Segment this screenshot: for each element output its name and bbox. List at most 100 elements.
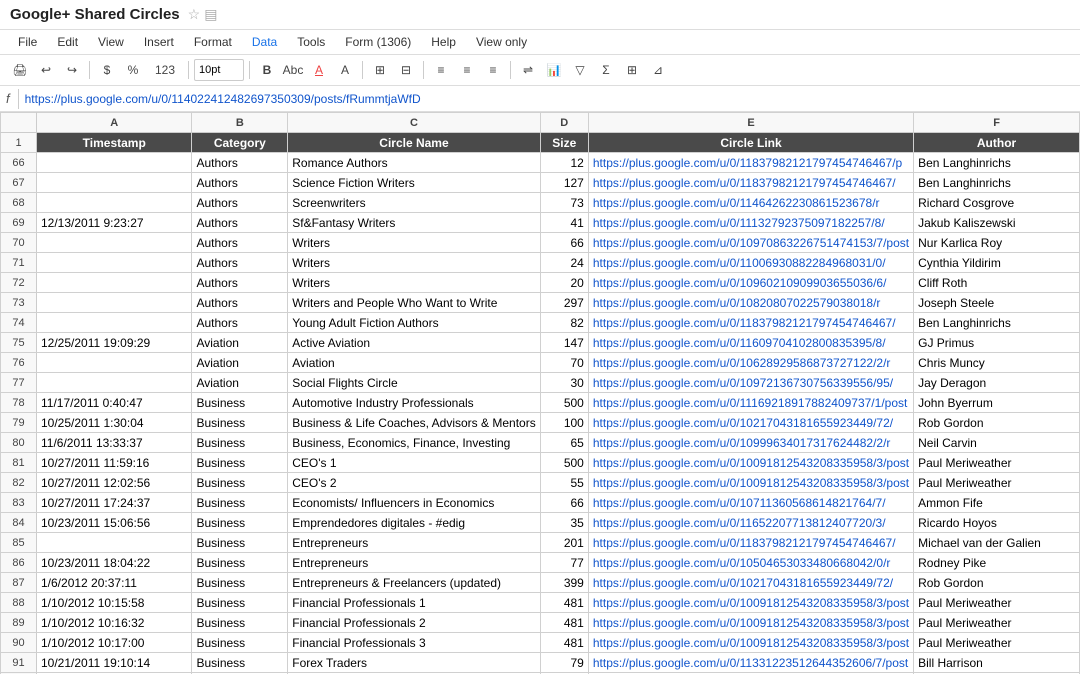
cell-circlename[interactable]: Entrepreneurs [288, 553, 540, 573]
cell-category[interactable]: Business [192, 593, 288, 613]
cell-size[interactable]: 82 [540, 313, 588, 333]
cell-circlename[interactable]: Business, Economics, Finance, Investing [288, 433, 540, 453]
cell-timestamp[interactable]: 10/23/2011 18:04:22 [37, 553, 192, 573]
cell-author[interactable]: GJ Primus [914, 333, 1080, 353]
header-timestamp[interactable]: Timestamp [37, 133, 192, 153]
cell-timestamp[interactable]: 1/10/2012 10:16:32 [37, 613, 192, 633]
cell-timestamp[interactable]: 10/27/2011 11:59:16 [37, 453, 192, 473]
cell-circlelink[interactable]: https://plus.google.com/u/0/118379821217… [588, 153, 913, 173]
cell-author[interactable]: Paul Meriweather [914, 453, 1080, 473]
cell-category[interactable]: Business [192, 393, 288, 413]
currency-btn[interactable]: $ [95, 58, 119, 82]
cell-timestamp[interactable]: 10/21/2011 19:10:14 [37, 653, 192, 673]
cell-author[interactable]: Rob Gordon [914, 413, 1080, 433]
cell-timestamp[interactable]: 10/27/2011 17:24:37 [37, 493, 192, 513]
menu-view[interactable]: View [90, 32, 132, 52]
menu-file[interactable]: File [10, 32, 45, 52]
menu-insert[interactable]: Insert [136, 32, 182, 52]
cell-category[interactable]: Business [192, 413, 288, 433]
cell-timestamp[interactable]: 10/25/2011 1:30:04 [37, 413, 192, 433]
redo-btn[interactable]: ↪ [60, 58, 84, 82]
cell-circlelink[interactable]: https://plus.google.com/u/0/111692189178… [588, 393, 913, 413]
align-right-btn[interactable]: ≡ [481, 58, 505, 82]
cell-category[interactable]: Business [192, 613, 288, 633]
cell-size[interactable]: 65 [540, 433, 588, 453]
align-left-btn[interactable]: ≡ [429, 58, 453, 82]
cell-timestamp[interactable]: 1/10/2012 10:15:58 [37, 593, 192, 613]
cell-size[interactable]: 500 [540, 393, 588, 413]
merge-btn[interactable]: ⊟ [394, 58, 418, 82]
print-btn[interactable]: 🖨 [8, 58, 32, 82]
circle-link-anchor[interactable]: https://plus.google.com/u/0/105046530334… [593, 556, 891, 570]
menu-help[interactable]: Help [423, 32, 464, 52]
cell-size[interactable]: 481 [540, 593, 588, 613]
cell-circlename[interactable]: CEO's 2 [288, 473, 540, 493]
cell-size[interactable]: 70 [540, 353, 588, 373]
circle-link-anchor[interactable]: https://plus.google.com/u/0/118379821217… [593, 316, 896, 330]
cell-circlename[interactable]: Entrepreneurs & Freelancers (updated) [288, 573, 540, 593]
cell-circlelink[interactable]: https://plus.google.com/u/0/102170431816… [588, 413, 913, 433]
cell-size[interactable]: 35 [540, 513, 588, 533]
circle-link-anchor[interactable]: https://plus.google.com/u/0/102170431816… [593, 576, 893, 590]
cell-circlename[interactable]: Writers and People Who Want to Write [288, 293, 540, 313]
menu-format[interactable]: Format [186, 32, 240, 52]
cell-author[interactable]: Chris Muncy [914, 353, 1080, 373]
cell-circlename[interactable]: Financial Professionals 1 [288, 593, 540, 613]
cell-circlelink[interactable]: https://plus.google.com/u/0/111327923750… [588, 213, 913, 233]
more-btn[interactable]: ⊞ [620, 58, 644, 82]
cell-author[interactable]: Paul Meriweather [914, 633, 1080, 653]
cell-author[interactable]: Ben Langhinrichs [914, 173, 1080, 193]
circle-link-anchor[interactable]: https://plus.google.com/u/0/113312235126… [593, 656, 908, 670]
cell-size[interactable]: 73 [540, 193, 588, 213]
cell-author[interactable]: Paul Meriweather [914, 613, 1080, 633]
cell-circlelink[interactable]: https://plus.google.com/u/0/118379821217… [588, 173, 913, 193]
cell-category[interactable]: Business [192, 533, 288, 553]
col-letter-f[interactable]: F [914, 113, 1080, 133]
cell-timestamp[interactable] [37, 233, 192, 253]
circle-link-anchor[interactable]: https://plus.google.com/u/0/100918125432… [593, 476, 909, 490]
circle-link-anchor[interactable]: https://plus.google.com/u/0/110069308822… [593, 256, 886, 270]
cell-timestamp[interactable] [37, 153, 192, 173]
chart-btn[interactable]: 📊 [542, 58, 566, 82]
cell-author[interactable]: Jay Deragon [914, 373, 1080, 393]
cell-size[interactable]: 24 [540, 253, 588, 273]
abc-btn[interactable]: Abc [281, 58, 305, 82]
format-123-btn[interactable]: 123 [147, 58, 183, 82]
cell-circlename[interactable]: Young Adult Fiction Authors [288, 313, 540, 333]
fontcolor-btn[interactable]: A [307, 58, 331, 82]
cell-size[interactable]: 30 [540, 373, 588, 393]
cell-timestamp[interactable]: 1/6/2012 20:37:11 [37, 573, 192, 593]
cell-author[interactable]: Neil Carvin [914, 433, 1080, 453]
cell-circlename[interactable]: Business & Life Coaches, Advisors & Ment… [288, 413, 540, 433]
cell-author[interactable]: Cynthia Yildirim [914, 253, 1080, 273]
cell-circlename[interactable]: Franchise Professionals [288, 673, 540, 675]
cell-circlelink[interactable]: https://plus.google.com/u/0/100918125432… [588, 613, 913, 633]
cell-timestamp[interactable]: 10/27/2011 12:02:56 [37, 473, 192, 493]
cell-category[interactable]: Business [192, 653, 288, 673]
cell-circlelink[interactable]: https://plus.google.com/u/0/110069308822… [588, 253, 913, 273]
cell-size[interactable]: 127 [540, 173, 588, 193]
cell-size[interactable]: 66 [540, 233, 588, 253]
cell-timestamp[interactable]: 1/10/2012 10:17:00 [37, 633, 192, 653]
cell-category[interactable]: Business [192, 513, 288, 533]
cell-circlelink[interactable]: https://plus.google.com/u/0/106289295868… [588, 353, 913, 373]
cell-circlename[interactable]: CEO's 1 [288, 453, 540, 473]
circle-link-anchor[interactable]: https://plus.google.com/u/0/109602109099… [593, 276, 887, 290]
cell-size[interactable]: 41 [540, 213, 588, 233]
cell-category[interactable]: Authors [192, 293, 288, 313]
cell-circlelink[interactable]: https://plus.google.com/u/0/113312235126… [588, 653, 913, 673]
circle-link-anchor[interactable]: https://plus.google.com/u/0/100918125432… [593, 616, 909, 630]
cell-category[interactable]: Aviation [192, 353, 288, 373]
cell-circlename[interactable]: Writers [288, 233, 540, 253]
undo-btn[interactable]: ↩ [34, 58, 58, 82]
circle-link-anchor[interactable]: https://plus.google.com/u/0/100918125432… [593, 596, 909, 610]
cell-circlename[interactable]: Automotive Industry Professionals [288, 393, 540, 413]
cell-circlelink[interactable]: https://plus.google.com/u/0/107113605686… [588, 493, 913, 513]
funnel-btn[interactable]: ⊿ [646, 58, 670, 82]
menu-data[interactable]: Data [244, 32, 285, 52]
circle-link-anchor[interactable]: https://plus.google.com/u/0/100918125432… [593, 636, 909, 650]
cell-category[interactable]: Authors [192, 193, 288, 213]
col-letter-d[interactable]: D [540, 113, 588, 133]
cell-size[interactable]: 186 [540, 673, 588, 675]
cell-category[interactable]: Authors [192, 253, 288, 273]
